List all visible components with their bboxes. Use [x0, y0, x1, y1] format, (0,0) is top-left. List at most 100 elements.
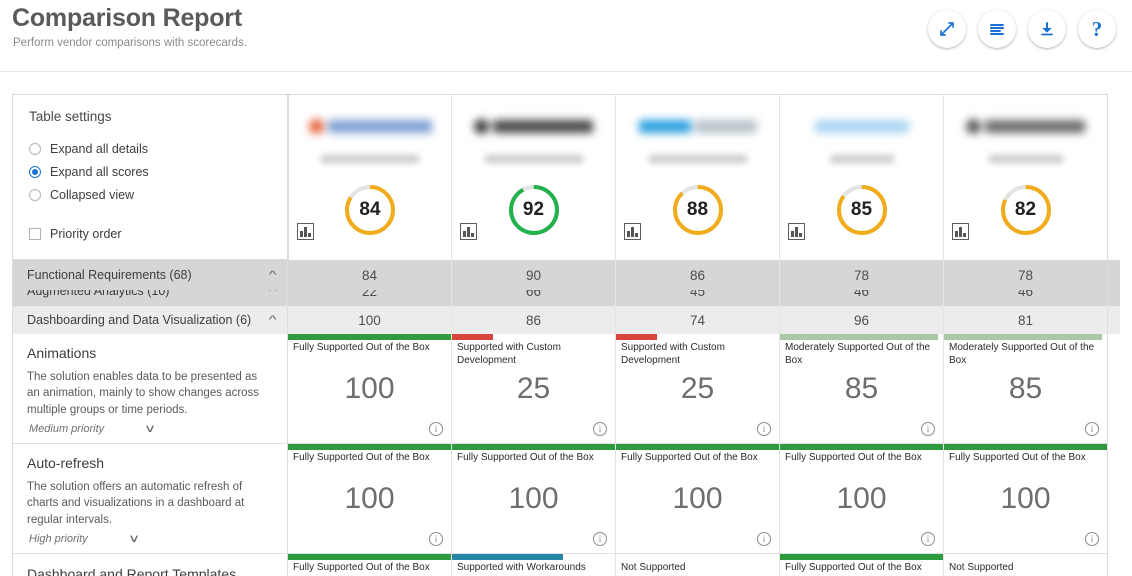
- vendor-tagline: [780, 153, 943, 165]
- table-settings-title: Table settings: [29, 109, 271, 124]
- info-icon[interactable]: i: [593, 532, 607, 546]
- vendor-score-gauge: 85: [835, 183, 889, 237]
- criterion-score: 25: [616, 372, 779, 406]
- expand-icon: [938, 20, 956, 38]
- support-label: Fully Supported Out of the Box: [621, 452, 775, 465]
- criterion-row-animations: Animations The solution enables data to …: [12, 334, 1120, 444]
- info-icon[interactable]: i: [921, 532, 935, 546]
- vendor-score-gauge: 82: [999, 183, 1053, 237]
- info-icon[interactable]: i: [429, 532, 443, 546]
- category-score: 66: [452, 290, 616, 306]
- vendor-chart-button[interactable]: [952, 223, 969, 240]
- support-label: Fully Supported Out of the Box: [293, 562, 447, 575]
- criterion-cell[interactable]: Supported with Workarounds: [452, 554, 616, 576]
- vendor-chart-button[interactable]: [460, 223, 477, 240]
- criterion-cell[interactable]: Fully Supported Out of the Box: [288, 554, 452, 576]
- info-icon[interactable]: i: [757, 422, 771, 436]
- criterion-cell[interactable]: Not Supported: [616, 554, 780, 576]
- criterion-row-dashboard-templates: Dashboard and Report Templates The solut…: [12, 554, 1120, 576]
- support-label: Supported with Custom Development: [621, 342, 775, 367]
- info-icon[interactable]: i: [1085, 422, 1099, 436]
- support-bar: [780, 334, 938, 340]
- support-bar: [452, 334, 493, 340]
- info-icon[interactable]: i: [1085, 532, 1099, 546]
- criterion-score: 85: [944, 372, 1107, 406]
- chevron-down-icon[interactable]: ∨: [144, 424, 156, 435]
- help-icon-button[interactable]: ?: [1078, 10, 1116, 48]
- support-label: Not Supported: [949, 562, 1103, 575]
- vendor-logo: [944, 109, 1107, 143]
- vendor-score-value: 88: [671, 183, 725, 237]
- category-label: Augmented Analytics (10): [27, 290, 169, 298]
- chevron-up-icon[interactable]: ^: [269, 270, 277, 281]
- criterion-cell[interactable]: Supported with Custom Development 25 i: [616, 334, 780, 444]
- chevron-down-icon[interactable]: ∨: [128, 534, 140, 545]
- criterion-score: 85: [780, 372, 943, 406]
- category-score: 96: [780, 306, 944, 334]
- support-bar: [288, 554, 451, 560]
- criterion-priority[interactable]: High priority ∨: [29, 533, 138, 545]
- criterion-cell[interactable]: Fully Supported Out of the Box 100 i: [452, 444, 616, 554]
- criterion-cell[interactable]: Fully Supported Out of the Box 100 i: [780, 444, 944, 554]
- support-bar: [288, 334, 451, 340]
- support-bar: [616, 444, 779, 450]
- header-actions: ?: [928, 10, 1116, 48]
- vendor-chart-button[interactable]: [788, 223, 805, 240]
- criterion-cell[interactable]: Fully Supported Out of the Box 100 i: [616, 444, 780, 554]
- vendor-column-3: 88: [616, 94, 780, 260]
- category-row-functional-requirements[interactable]: Functional Requirements (68) ^ 84 90 86 …: [12, 260, 1120, 290]
- chevron-up-icon[interactable]: ^: [269, 315, 277, 326]
- category-score: 90: [452, 260, 616, 290]
- category-name: Augmented Analytics (10) ^: [12, 290, 288, 306]
- criterion-cell[interactable]: Not Supported: [944, 554, 1108, 576]
- vendor-tagline: [289, 153, 451, 165]
- criterion-cell[interactable]: Fully Supported Out of the Box 100 i: [288, 334, 452, 444]
- criterion-title: Dashboard and Report Templates: [27, 566, 269, 576]
- vendor-score-gauge: 92: [507, 183, 561, 237]
- criterion-priority[interactable]: Medium priority ∨: [29, 423, 154, 435]
- criterion-info: Auto-refresh The solution offers an auto…: [12, 444, 288, 554]
- category-score: 86: [452, 306, 616, 334]
- vendor-tagline: [452, 153, 615, 165]
- vendor-score-gauge: 84: [343, 183, 397, 237]
- radio-collapsed-view[interactable]: Collapsed view: [29, 184, 271, 206]
- criterion-cell[interactable]: Moderately Supported Out of the Box 85 i: [944, 334, 1108, 444]
- support-label: Fully Supported Out of the Box: [293, 452, 447, 465]
- support-bar: [780, 444, 943, 450]
- download-icon-button[interactable]: [1028, 10, 1066, 48]
- priority-label: High priority: [29, 533, 88, 545]
- category-score: 46: [780, 290, 944, 306]
- support-bar: [452, 554, 563, 560]
- radio-expand-all-details[interactable]: Expand all details: [29, 138, 271, 160]
- criterion-cell[interactable]: Supported with Custom Development 25 i: [452, 334, 616, 444]
- support-label: Moderately Supported Out of the Box: [785, 342, 939, 367]
- criterion-cell[interactable]: Moderately Supported Out of the Box 85 i: [780, 334, 944, 444]
- vendor-chart-button[interactable]: [297, 223, 314, 240]
- checkbox-priority-order[interactable]: Priority order: [29, 223, 271, 245]
- criterion-cell[interactable]: Fully Supported Out of the Box 100 i: [288, 444, 452, 554]
- info-icon[interactable]: i: [757, 532, 771, 546]
- page-title: Comparison Report: [12, 4, 242, 33]
- radio-expand-all-scores[interactable]: Expand all scores: [29, 161, 271, 183]
- category-score: 81: [944, 306, 1108, 334]
- vendor-chart-button[interactable]: [624, 223, 641, 240]
- radio-label: Expand all details: [50, 142, 148, 156]
- info-icon[interactable]: i: [429, 422, 443, 436]
- criterion-score: 100: [288, 482, 451, 516]
- vendor-column-5: 82: [944, 94, 1108, 260]
- table-header-band: Table settings Expand all details Expand…: [12, 94, 1120, 260]
- criterion-cell[interactable]: Fully Supported Out of the Box: [780, 554, 944, 576]
- page-subtitle: Perform vendor comparisons with scorecar…: [13, 37, 247, 49]
- list-icon-button[interactable]: [978, 10, 1016, 48]
- download-icon: [1038, 20, 1056, 38]
- vendor-tagline: [616, 153, 779, 165]
- category-row-dashboarding[interactable]: Dashboarding and Data Visualization (6) …: [12, 306, 1120, 334]
- expand-icon-button[interactable]: [928, 10, 966, 48]
- category-row-augmented-analytics[interactable]: Augmented Analytics (10) ^ 22 66 45 46 4…: [12, 290, 1120, 306]
- criterion-info: Dashboard and Report Templates The solut…: [12, 554, 288, 576]
- chevron-up-icon[interactable]: ^: [269, 290, 277, 297]
- category-label: Functional Requirements (68): [27, 268, 192, 282]
- criterion-cell[interactable]: Fully Supported Out of the Box 100 i: [944, 444, 1108, 554]
- info-icon[interactable]: i: [921, 422, 935, 436]
- info-icon[interactable]: i: [593, 422, 607, 436]
